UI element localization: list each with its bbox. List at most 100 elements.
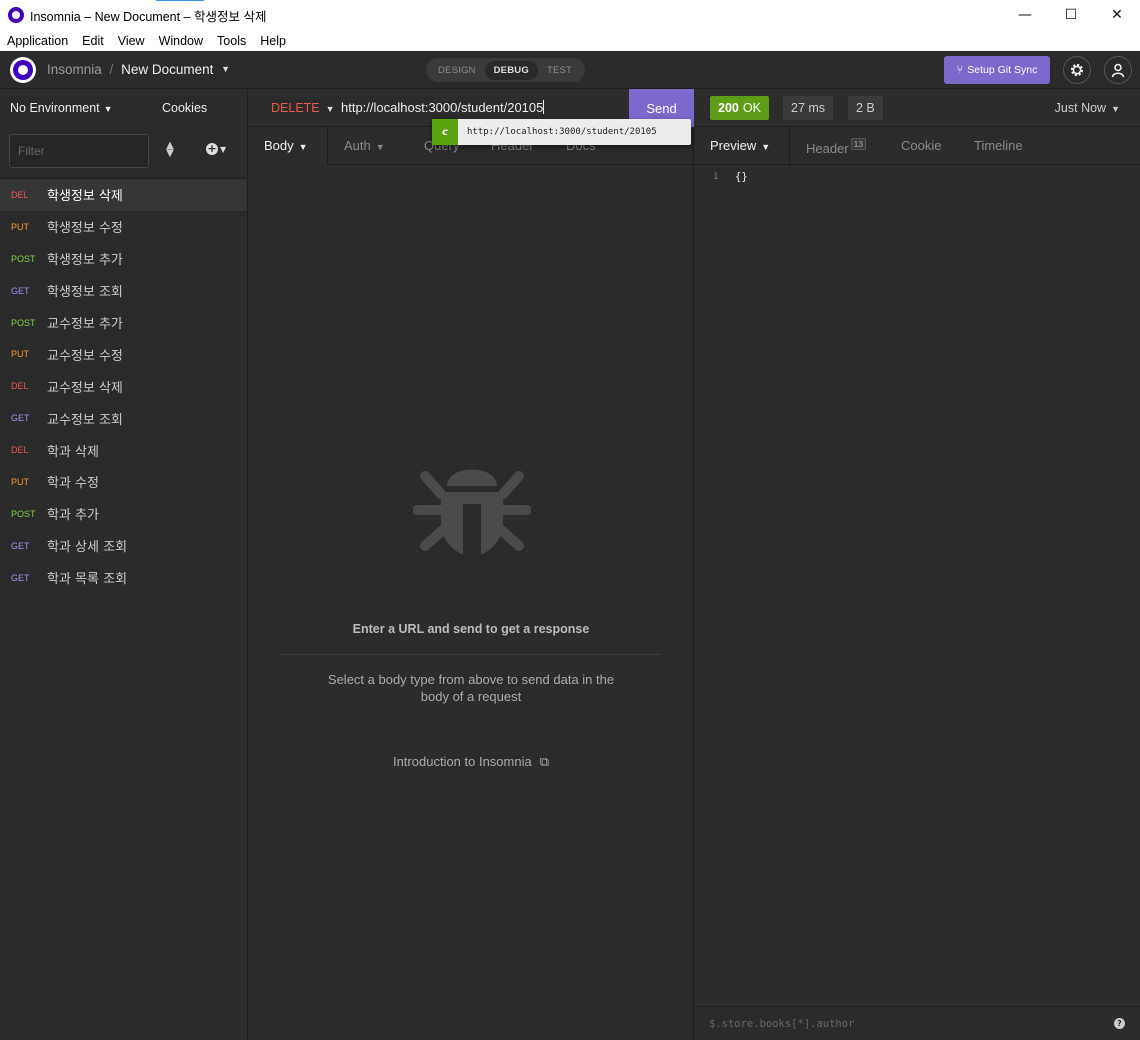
response-code-line: 1 {}: [695, 171, 1140, 189]
header-count-badge: 13: [850, 138, 867, 150]
request-name: 교수정보 삭제: [47, 380, 123, 396]
minimize-button[interactable]: —: [1002, 0, 1048, 30]
response-pane: 200 OK 27 ms 2 B Just Now ▼ Preview ▼ Heade…: [695, 89, 1140, 1040]
git-sync-label: Setup Git Sync: [967, 64, 1038, 76]
request-name: 교수정보 추가: [47, 317, 123, 332]
chevron-down-icon: ▼: [220, 145, 227, 154]
empty-description: Select a body type from above to send da…: [327, 672, 615, 704]
gear-icon: [1070, 63, 1084, 77]
request-method-badge: DEL: [11, 445, 29, 456]
git-branch-icon: ⑂: [956, 64, 964, 76]
settings-button[interactable]: [1063, 56, 1091, 84]
request-name: 교수정보 수정: [47, 348, 123, 364]
request-item[interactable]: GET 학생정보 조회: [0, 275, 247, 307]
intro-link[interactable]: Introduction to Insomnia ⧉: [248, 754, 694, 770]
request-method-badge: DEL: [11, 189, 29, 200]
window-title: Insomnia – New Document – 학생정보 삭제: [30, 9, 267, 24]
tab-timeline[interactable]: Timeline: [974, 138, 1023, 153]
plus-icon: +: [206, 142, 218, 155]
request-item[interactable]: GET 학과 목록 조회: [0, 562, 247, 594]
method-dropdown[interactable]: DELETE ▼: [271, 101, 335, 115]
chevron-down-icon: ▼: [103, 104, 113, 114]
url-input[interactable]: http://localhost:3000/student/20105: [341, 100, 545, 115]
request-item[interactable]: DEL 학과 삭제: [0, 434, 247, 466]
response-tabs: Preview ▼ Header 13 Cookie Timeline: [695, 127, 1140, 165]
tab-divider: [327, 127, 328, 165]
breadcrumb: Insomnia / New Document ▼: [47, 62, 230, 77]
mode-switch: DESIGN DEBUG TEST: [426, 58, 585, 82]
tab-preview[interactable]: Preview ▼: [710, 138, 770, 153]
tab-response-header[interactable]: Header 13: [806, 138, 867, 156]
tab-cookie[interactable]: Cookie: [901, 138, 941, 153]
sort-icon[interactable]: ▲ ▼: [163, 141, 177, 159]
request-name: 학과 삭제: [47, 444, 99, 460]
add-request-button[interactable]: + ▼: [206, 141, 226, 155]
sidebar-filter-row: Filter ▲ ▼ + ▼: [0, 127, 247, 179]
sidebar: No Environment ▼ Cookies Filter ▲ ▼ + ▼ DEL…: [0, 89, 248, 1040]
breadcrumb-app[interactable]: Insomnia: [47, 62, 102, 77]
response-filter-input[interactable]: $.store.books[*].author: [709, 1018, 854, 1030]
account-button[interactable]: [1104, 56, 1132, 84]
url-bar: DELETE ▼ http://localhost:3000/student/20…: [248, 89, 694, 145]
tab-preview-label: Preview: [710, 138, 757, 153]
mode-design[interactable]: DESIGN: [429, 61, 485, 80]
status-text: OK: [742, 101, 761, 115]
menu-window[interactable]: Window: [152, 34, 210, 48]
request-item[interactable]: PUT 교수정보 수정: [0, 338, 247, 370]
response-history-dropdown[interactable]: Just Now ▼: [1055, 101, 1120, 115]
request-method-badge: DEL: [11, 381, 29, 392]
url-autocomplete[interactable]: c http://localhost:3000/student/20105: [432, 119, 691, 145]
tab-auth[interactable]: Auth ▼: [344, 138, 385, 153]
sidebar-filter-input[interactable]: Filter: [9, 134, 149, 168]
request-item[interactable]: GET 학과 상세 조회: [0, 530, 247, 562]
user-icon: [1111, 63, 1125, 78]
request-item[interactable]: POST 학생정보 추가: [0, 243, 247, 275]
response-body-text: {}: [735, 171, 748, 183]
request-name: 학과 목록 조회: [47, 572, 128, 588]
help-icon[interactable]: ?: [1114, 1018, 1125, 1029]
request-name: 학생정보 조회: [47, 285, 123, 301]
autocomplete-suggestion[interactable]: http://localhost:3000/student/20105: [467, 127, 657, 137]
menu-edit[interactable]: Edit: [75, 34, 111, 48]
breadcrumb-document[interactable]: New Document: [121, 62, 213, 77]
request-name: 학과 상세 조회: [47, 540, 128, 556]
tab-header-label: Header: [806, 141, 849, 156]
cookies-button[interactable]: Cookies: [162, 101, 207, 115]
history-label: Just Now: [1054, 101, 1107, 115]
menu-application[interactable]: Application: [0, 34, 75, 48]
tab-body[interactable]: Body ▼: [264, 138, 308, 153]
request-item[interactable]: PUT 학생정보 수정: [0, 211, 247, 243]
menu-tools[interactable]: Tools: [210, 34, 253, 48]
request-item[interactable]: GET 교수정보 조회: [0, 402, 247, 434]
chevron-down-icon: ▼: [298, 142, 308, 152]
status-badge: 200 OK: [710, 96, 769, 120]
request-item[interactable]: PUT 학과 수정: [0, 466, 247, 498]
mode-test[interactable]: TEST: [538, 61, 581, 80]
menu-view[interactable]: View: [111, 34, 152, 48]
request-method-badge: GET: [11, 572, 30, 583]
request-item[interactable]: POST 교수정보 추가: [0, 307, 247, 339]
insomnia-logo-icon[interactable]: [10, 57, 36, 83]
setup-git-sync-button[interactable]: ⑂ Setup Git Sync: [944, 56, 1050, 84]
close-button[interactable]: ✕: [1094, 0, 1140, 30]
environment-row: No Environment ▼ Cookies: [0, 89, 247, 127]
request-item[interactable]: DEL 학생정보 삭제: [0, 179, 247, 211]
response-filter-bar: $.store.books[*].author ?: [695, 1006, 1140, 1040]
chevron-down-icon[interactable]: ▼: [221, 64, 230, 74]
request-item[interactable]: POST 학과 추가: [0, 498, 247, 530]
response-status-bar: 200 OK 27 ms 2 B Just Now ▼: [695, 89, 1140, 127]
request-method-badge: PUT: [11, 349, 29, 360]
environment-dropdown[interactable]: No Environment ▼: [10, 101, 113, 115]
request-method-badge: GET: [11, 413, 30, 424]
request-list: DEL 학생정보 삭제 PUT 학생정보 수정 POST 학생정보 추가 GET 학생정보 조…: [0, 179, 247, 594]
mode-debug[interactable]: DEBUG: [484, 60, 538, 80]
request-method-badge: PUT: [11, 221, 29, 232]
maximize-button[interactable]: ☐: [1048, 0, 1094, 30]
request-item[interactable]: DEL 교수정보 삭제: [0, 370, 247, 402]
divider: [281, 654, 661, 655]
menu-help[interactable]: Help: [253, 34, 293, 48]
external-link-icon: ⧉: [539, 754, 550, 769]
breadcrumb-separator: /: [109, 62, 114, 77]
request-method-badge: POST: [11, 253, 36, 264]
chevron-down-icon: ▼: [325, 104, 335, 114]
